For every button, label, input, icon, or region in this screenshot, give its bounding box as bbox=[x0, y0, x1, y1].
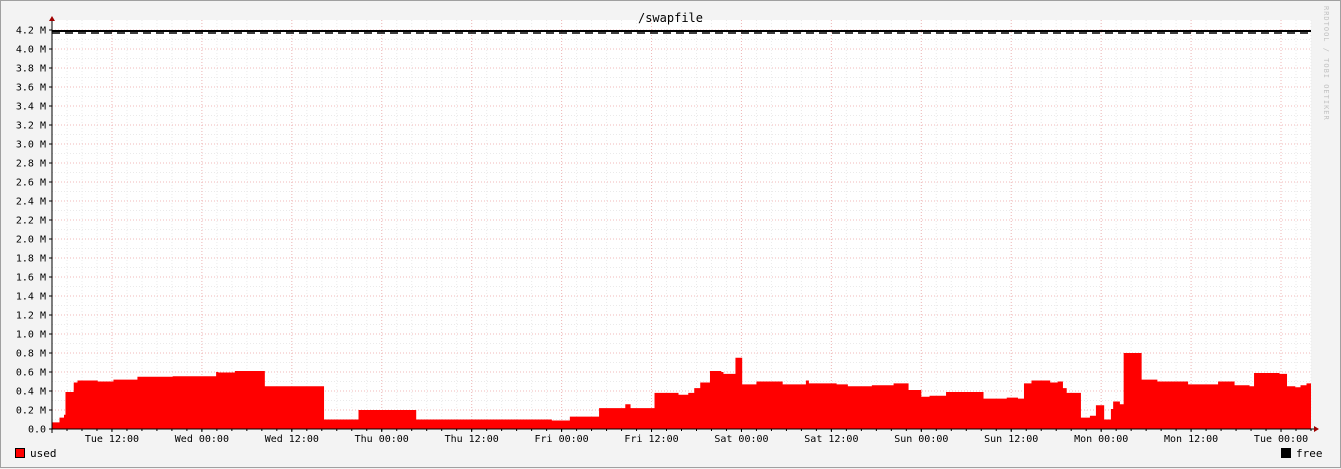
y-tick-label: 1.4 M bbox=[16, 292, 46, 303]
x-tick-label: Sun 00:00 bbox=[894, 434, 948, 445]
x-tick-label: Sat 12:00 bbox=[804, 434, 858, 445]
y-tick-label: 1.2 M bbox=[16, 311, 46, 322]
y-tick-label: 3.6 M bbox=[16, 83, 46, 94]
swap-usage-chart: 0.0 0.2 M 0.4 M 0.6 M 0.8 M 1.0 M 1.2 M 1.4 M 1.… bbox=[16, 16, 1319, 445]
y-tick-label: 2.0 M bbox=[16, 235, 46, 246]
x-tick-label: Wed 12:00 bbox=[265, 434, 319, 445]
y-tick-label: 4.2 M bbox=[16, 26, 46, 37]
y-tick-label: 1.8 M bbox=[16, 254, 46, 265]
y-tick-label: 1.6 M bbox=[16, 273, 46, 284]
y-tick-label: 2.4 M bbox=[16, 197, 46, 208]
y-tick-label: 2.8 M bbox=[16, 159, 46, 170]
graph-frame: 0.0 0.2 M 0.4 M 0.6 M 0.8 M 1.0 M 1.2 M 1.4 M 1.… bbox=[0, 0, 1341, 468]
y-tick-label: 0.6 M bbox=[16, 368, 46, 379]
y-tick-label: 3.4 M bbox=[16, 102, 46, 113]
used-swatch-icon bbox=[15, 448, 25, 458]
x-tick-label: Fri 12:00 bbox=[624, 434, 678, 445]
legend-item-free: free bbox=[1281, 447, 1323, 460]
x-tick-label: Tue 00:00 bbox=[1254, 434, 1308, 445]
y-tick-label: 4.0 M bbox=[16, 45, 46, 56]
y-tick-label: 3.2 M bbox=[16, 121, 46, 132]
x-tick-label: Tue 12:00 bbox=[85, 434, 139, 445]
x-tick-label: Mon 12:00 bbox=[1164, 434, 1218, 445]
x-tick-label: Fri 00:00 bbox=[535, 434, 589, 445]
x-tick-label: Mon 00:00 bbox=[1074, 434, 1128, 445]
y-tick-label: 0.8 M bbox=[16, 349, 46, 360]
x-tick-label: Sat 00:00 bbox=[714, 434, 768, 445]
y-tick-label: 3.8 M bbox=[16, 64, 46, 75]
x-tick-label: Wed 00:00 bbox=[175, 434, 229, 445]
x-axis-arrow bbox=[1314, 426, 1319, 432]
rrdtool-watermark: RRDTOOL / TOBI OETIKER bbox=[1322, 6, 1330, 121]
y-tick-label: 1.0 M bbox=[16, 330, 46, 341]
x-tick-label: Sun 12:00 bbox=[984, 434, 1038, 445]
free-series-layer bbox=[52, 29, 1311, 34]
legend-label-free: free bbox=[1296, 447, 1323, 460]
legend-label-used: used bbox=[30, 447, 57, 460]
x-tick-label: Thu 00:00 bbox=[355, 434, 409, 445]
y-tick-label: 2.2 M bbox=[16, 216, 46, 227]
y-tick-label: 3.0 M bbox=[16, 140, 46, 151]
free-swatch-icon bbox=[1281, 448, 1291, 458]
y-tick-label: 0.4 M bbox=[16, 387, 46, 398]
x-tick-label: Thu 12:00 bbox=[445, 434, 499, 445]
chart-title: /swapfile bbox=[637, 11, 704, 25]
legend-item-used: used bbox=[15, 447, 57, 460]
y-tick-label: 2.6 M bbox=[16, 178, 46, 189]
y-tick-labels: 0.0 0.2 M 0.4 M 0.6 M 0.8 M 1.0 M 1.2 M 1.4 M 1.… bbox=[16, 26, 46, 436]
x-tick-labels: Tue 12:00 Wed 00:00 Wed 12:00 Thu 00:00 Thu … bbox=[85, 434, 1308, 445]
y-tick-label: 0.0 bbox=[28, 425, 46, 436]
y-tick-label: 0.2 M bbox=[16, 406, 46, 417]
